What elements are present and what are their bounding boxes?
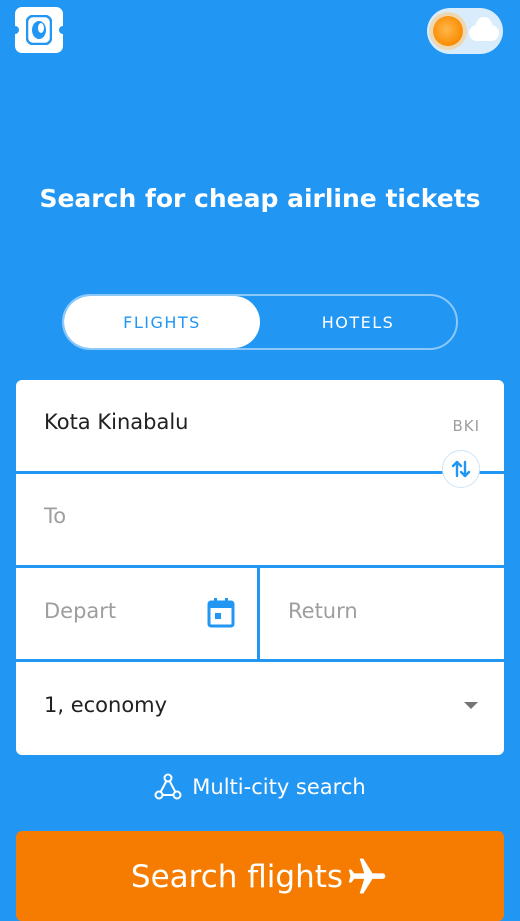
- flight-search-form: Kota Kinabalu BKI To Depart Return 1, ec…: [16, 380, 504, 755]
- sun-icon: [433, 16, 463, 46]
- origin-code: BKI: [452, 417, 480, 435]
- return-placeholder: Return: [288, 599, 358, 623]
- airplane-icon: [348, 858, 386, 894]
- multi-city-label: Multi-city search: [192, 775, 366, 799]
- swap-vertical-icon: [451, 460, 471, 478]
- multi-city-link[interactable]: Multi-city search: [0, 773, 520, 801]
- chevron-down-icon: [464, 702, 478, 709]
- depart-field[interactable]: Depart: [16, 568, 257, 659]
- destination-placeholder: To: [44, 504, 67, 528]
- route-nodes-icon: [154, 773, 182, 800]
- tab-flights[interactable]: FLIGHTS: [64, 296, 260, 348]
- depart-placeholder: Depart: [44, 599, 117, 623]
- search-flights-button[interactable]: Search flights: [16, 831, 504, 921]
- origin-field[interactable]: Kota Kinabalu BKI: [16, 380, 504, 471]
- search-type-tabs: FLIGHTS HOTELS: [62, 294, 458, 350]
- app-logo[interactable]: [11, 7, 67, 53]
- return-field[interactable]: Return: [260, 568, 504, 659]
- theme-toggle[interactable]: [427, 8, 503, 54]
- search-button-label: Search flights: [130, 859, 344, 895]
- passengers-select[interactable]: 1, economy: [16, 662, 504, 753]
- logo-notch-left: [11, 26, 19, 34]
- swap-button[interactable]: [442, 450, 480, 488]
- passengers-value: 1, economy: [44, 693, 168, 717]
- tab-hotels[interactable]: HOTELS: [260, 296, 456, 348]
- boarding-pass-logo-icon: [26, 15, 52, 45]
- cloud-icon: [469, 17, 499, 41]
- calendar-icon: [207, 598, 235, 628]
- destination-field[interactable]: To: [16, 474, 504, 565]
- logo-notch-right: [59, 26, 67, 34]
- origin-value: Kota Kinabalu: [44, 410, 189, 434]
- page-title: Search for cheap airline tickets: [39, 184, 481, 213]
